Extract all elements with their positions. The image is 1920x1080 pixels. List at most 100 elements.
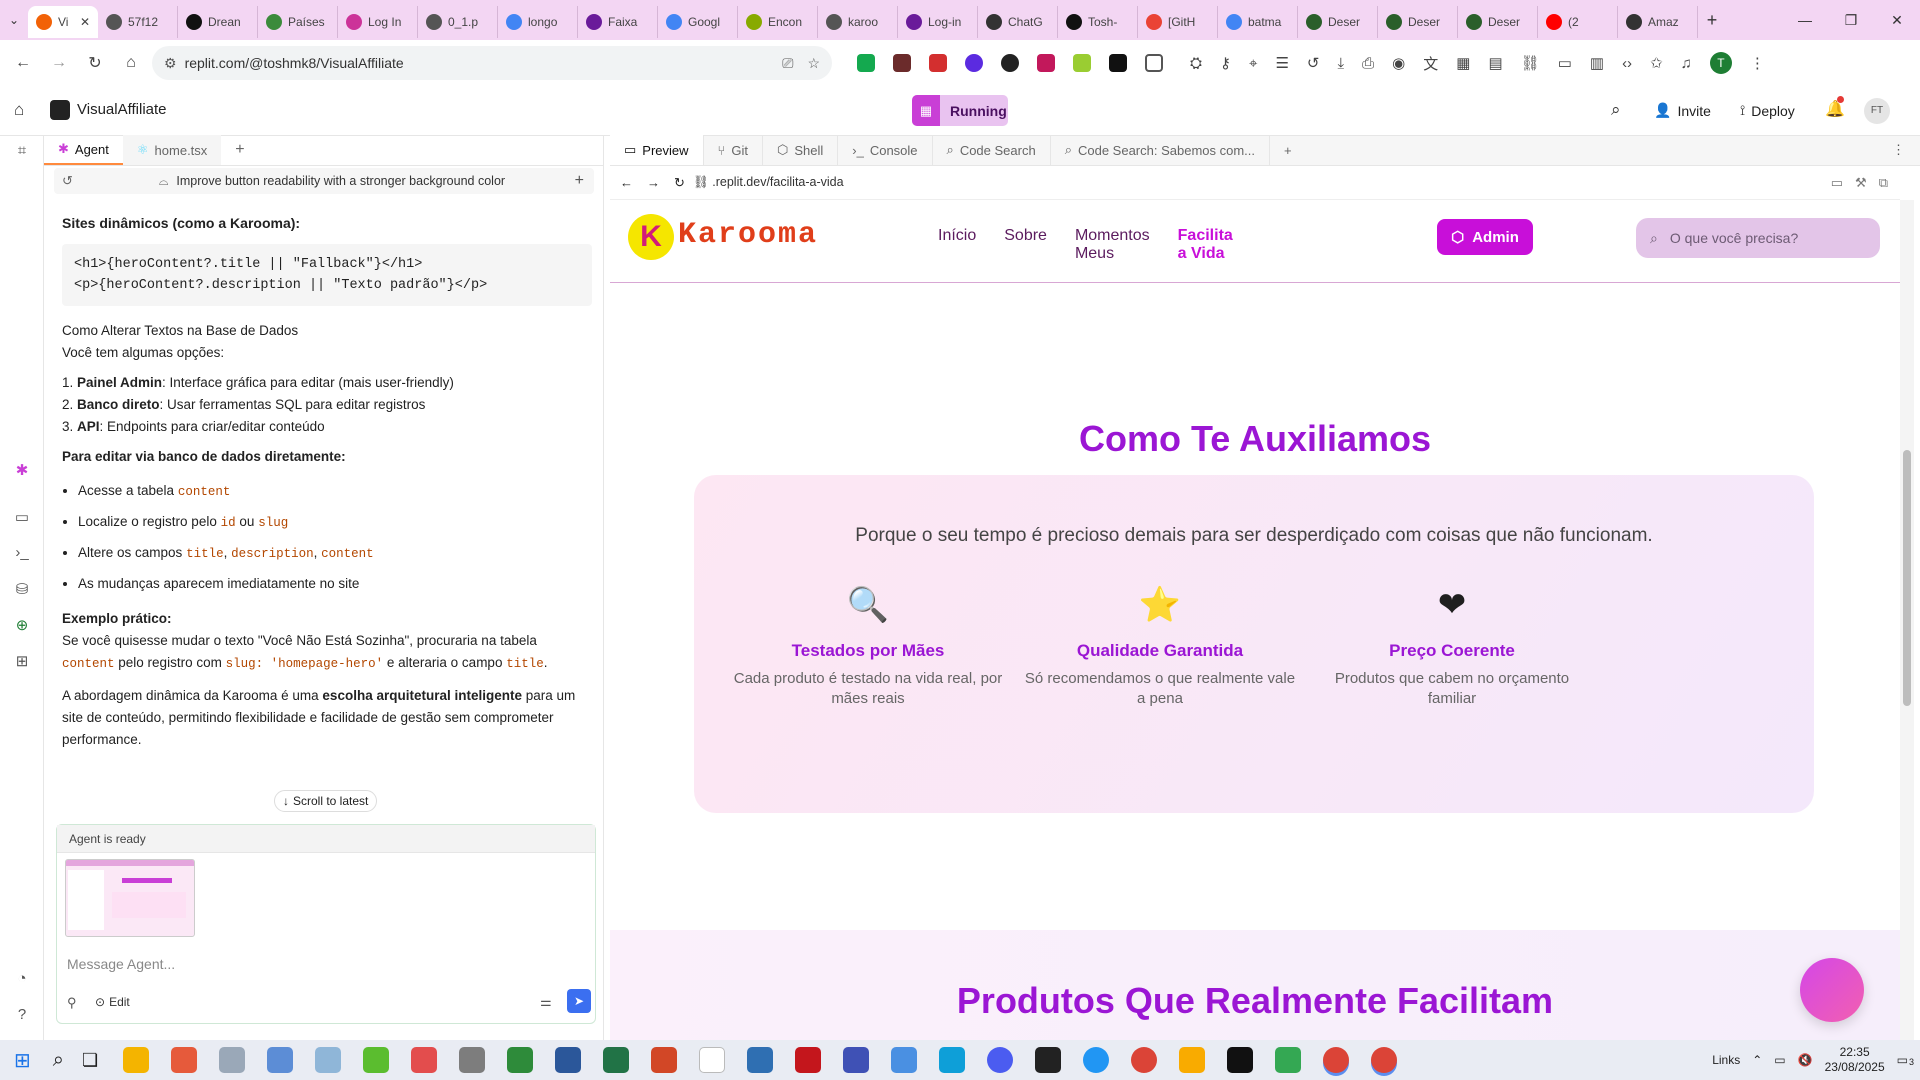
cast-icon[interactable]: ▭ [1558,54,1572,72]
send-icon[interactable]: ➤ [567,989,591,1013]
shell-tool-icon[interactable]: ›_ [12,544,32,564]
scroll-to-latest-button[interactable]: ↓ Scroll to latest [274,790,378,812]
bookmark-star-icon[interactable]: ☆ [807,55,820,72]
all-tools-icon[interactable]: ⊞ [12,652,32,672]
extension-icon[interactable] [893,54,911,72]
network-icon[interactable]: ▭ [1774,1053,1785,1067]
reload-icon[interactable]: ↻ [80,48,110,78]
chrome-icon[interactable] [1131,1047,1158,1073]
search-icon[interactable]: ⌕ [53,1049,64,1072]
extension-icon[interactable] [1037,54,1055,72]
app-icon[interactable] [891,1047,918,1073]
excel-icon[interactable] [603,1047,630,1073]
translate-icon[interactable]: 文 [1423,53,1438,74]
browser-tab[interactable]: Log-in [898,6,978,38]
extension-icon[interactable] [857,54,875,72]
app-icon[interactable] [315,1047,342,1073]
tray-chevron-icon[interactable]: ⌃ [1752,1053,1762,1067]
media-control-icon[interactable]: ♫ [1681,55,1692,72]
minimize-icon[interactable]: — [1782,12,1828,29]
browser-tab[interactable]: karoo [818,6,898,38]
browser-tab[interactable]: Vi ✕ [28,6,98,38]
deploy-button[interactable]: ⟟ Deploy [1730,95,1805,126]
files-panel-icon[interactable]: ⌗ [12,142,32,162]
tab-preview[interactable]: ▭ Preview [610,135,704,165]
link-icon[interactable]: ⛓ [1521,54,1540,72]
add-tab-plus-icon[interactable]: + [1270,135,1306,165]
key-icon[interactable]: ⚷ [1220,54,1231,72]
app-icon[interactable] [507,1047,534,1073]
chrome-menu-icon[interactable]: ⋮ [1750,54,1765,72]
database-tool-icon[interactable]: ⛁ [12,580,32,600]
app-icon[interactable] [411,1047,438,1073]
incognito-icon[interactable]: ⛭ [1190,55,1202,72]
extension-icon[interactable] [1109,54,1127,72]
preview-forward-icon[interactable]: → [647,175,660,190]
install-app-icon[interactable]: ⎚ [782,55,793,72]
devtools-icon[interactable]: ⚒ [1855,175,1867,191]
address-bar[interactable]: ⚙ replit.com/@toshmk8/VisualAffiliate ⎚ ☆ [152,46,832,80]
preview-scrollbar[interactable] [1900,200,1914,1040]
browser-tab[interactable]: Tosh- [1058,6,1138,38]
extension-icon[interactable] [929,54,947,72]
extension-icon[interactable] [1001,54,1019,72]
browser-tab[interactable]: ChatG [978,6,1058,38]
invite-button[interactable]: 👤 Invite [1644,95,1721,126]
admin-button[interactable]: ⬡ Admin [1437,219,1533,255]
app-icon[interactable] [795,1047,822,1073]
floating-chat-button[interactable] [1800,958,1864,1022]
search-icon[interactable]: ⌕ [1611,100,1621,120]
nav-link[interactable]: Momentos Meus [1075,227,1150,263]
add-tab-plus-icon[interactable]: + [221,135,258,165]
table-icon[interactable]: ▥ [1590,54,1604,72]
profile-avatar[interactable]: T [1709,52,1732,74]
tab-code-search[interactable]: ⌕ Code Search: Sabemos com... [1051,135,1271,165]
extensions-puzzle-icon[interactable] [1145,54,1163,72]
tab-home-tsx[interactable]: ⚛ home.tsx [122,135,222,165]
app-icon[interactable] [459,1047,486,1073]
nav-link[interactable]: Facilita a Vida [1178,227,1233,263]
word-icon[interactable] [555,1047,582,1073]
browser-tab[interactable]: Googl [658,6,738,38]
scrollbar-thumb[interactable] [1903,450,1911,706]
nav-link[interactable]: Início [938,227,976,263]
browser-tab[interactable]: Drean [178,6,258,38]
browser-tab[interactable]: Faixa [578,6,658,38]
screenshot-icon[interactable]: ◉ [1392,54,1405,72]
volume-muted-icon[interactable]: 🔇 [1798,1053,1813,1067]
nav-link[interactable]: Sobre [1004,227,1047,263]
message-agent-input[interactable]: Message Agent... [67,956,175,972]
agent-tool-icon[interactable]: ✱ [12,461,32,481]
tab-git[interactable]: ⑂ Git [704,135,763,165]
preview-tool-icon[interactable]: ▭ [12,508,32,528]
browser-tab[interactable]: Amaz [1618,6,1698,38]
settings-sliders-icon[interactable]: ⚌ [540,994,552,1010]
google-drive-icon[interactable] [1275,1047,1302,1073]
run-status-button[interactable]: ▦ Running [912,95,1008,126]
download-icon[interactable]: ⤓ [1338,55,1345,72]
file-explorer-icon[interactable] [123,1047,150,1073]
tab-console[interactable]: ›_ Console [838,135,933,165]
powerpoint-icon[interactable] [651,1047,678,1073]
browser-tab[interactable]: Deser [1458,6,1538,38]
preview-reload-icon[interactable]: ↻ [674,175,685,191]
history-icon[interactable]: ↺ [1307,54,1320,72]
forward-arrow-icon[interactable]: → [44,48,74,78]
browser-tab[interactable]: (2 [1538,6,1618,38]
browser-tab[interactable]: [GitH [1138,6,1218,38]
browser-tab[interactable]: 57f12 [98,6,178,38]
back-arrow-icon[interactable]: ← [8,48,38,78]
extension-icon[interactable] [1073,54,1091,72]
app-icon[interactable] [219,1047,246,1073]
favorites-icon[interactable]: ✩ [1650,54,1663,72]
browser-tab[interactable]: longo [498,6,578,38]
globe-tool-icon[interactable]: ⊕ [12,616,32,636]
qr-code-icon[interactable]: ▦ [1456,54,1470,72]
browser-tab[interactable]: Encon [738,6,818,38]
app-icon[interactable] [1179,1047,1206,1073]
task-view-icon[interactable]: ❏ [82,1050,98,1071]
app-icon[interactable] [939,1047,966,1073]
site-search-input[interactable]: ⌕ O que você precisa? [1636,218,1880,258]
devices-icon[interactable]: ▭ [1831,175,1843,191]
deployments-bell-icon[interactable]: ◔ [12,970,32,990]
